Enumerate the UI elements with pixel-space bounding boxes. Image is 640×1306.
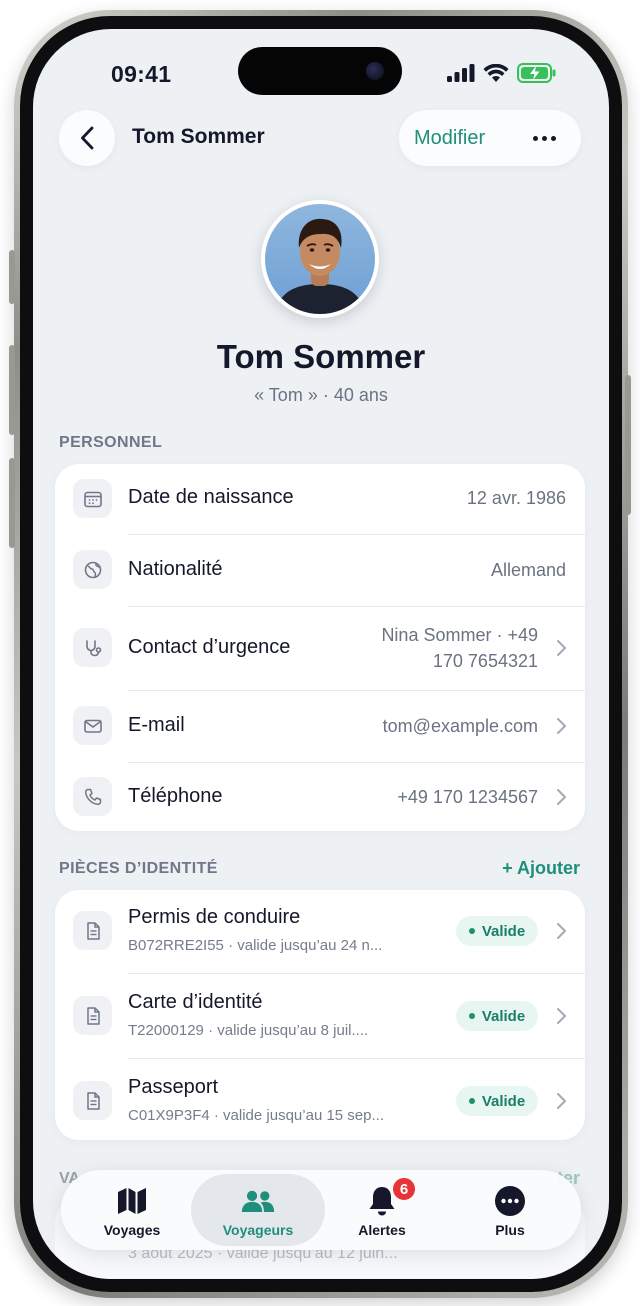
more-dot-icon [550,135,556,141]
calendar-icon [73,479,112,518]
divider [128,973,585,974]
document-subtitle: B072RRE2I55 · valide jusqu’au 24 n... [128,937,383,954]
document-row-id-card[interactable]: Carte d’identité T22000129 · valide jusq… [55,973,585,1058]
mail-icon [73,706,112,745]
row-birthdate[interactable]: Date de naissance 12 avr. 1986 [55,464,585,534]
more-dot-icon [541,135,547,141]
chevron-right-icon [557,718,566,734]
divider [128,690,585,691]
globe-icon [73,550,112,589]
dynamic-island [238,47,402,95]
divider [128,606,585,607]
row-label: E-mail [128,714,185,736]
status-badge: Valide [456,1001,538,1031]
document-subtitle: T22000129 · valide jusqu’au 8 juil.... [128,1022,369,1039]
status-badge: Valide [456,1086,538,1116]
row-label: Nationalité [128,558,223,580]
volume-down-button [9,458,15,548]
section-label-documents: PIÈCES D’IDENTITÉ [59,860,218,877]
document-icon [73,1081,112,1120]
screen: 09:41 Tom Sommer Modifier Tom Sommer « T… [33,29,609,1279]
profile-subtitle: « Tom » · 40 ans [254,385,388,405]
status-badge: Valide [456,916,538,946]
row-value-line: 170 7654321 [432,651,538,671]
row-emergency-contact[interactable]: Contact d’urgence Nina Sommer · +49 170 … [55,606,585,690]
chevron-right-icon [557,789,566,805]
document-subtitle: C01X9P3F4 · valide jusqu’au 15 sep... [128,1107,384,1124]
stethoscope-icon [73,628,112,667]
wifi-icon [483,63,509,82]
profile-name: Tom Sommer [216,338,426,375]
camera-icon [366,62,384,80]
chevron-right-icon [557,923,566,939]
row-label: Téléphone [128,785,223,807]
tab-label: Plus [495,1222,525,1238]
more-options-button[interactable] [519,118,569,158]
document-row-passport[interactable]: Passeport C01X9P3F4 · valide jusqu’au 15… [55,1058,585,1140]
volume-up-button [9,345,15,435]
row-value: Nina Sommer · +49 170 7654321 [338,622,538,674]
action-button [9,250,15,304]
users-icon [241,1184,275,1218]
tab-label: Alertes [358,1222,406,1238]
add-document-button[interactable]: + Ajouter [502,858,580,879]
alerts-count-badge: 6 [391,1176,417,1202]
divider [128,534,585,535]
tab-voyageurs[interactable]: Voyageurs [191,1174,325,1246]
more-icon [493,1184,527,1218]
tab-label: Voyages [103,1222,161,1238]
map-icon [115,1184,149,1218]
row-nationality[interactable]: Nationalité Allemand [55,534,585,606]
tab-bar: Voyages Voyageurs Alertes Plus [61,1170,581,1250]
divider [128,762,585,763]
more-dot-icon [532,135,538,141]
avatar-photo [265,204,375,314]
phone-icon [73,777,112,816]
status-time: 09:41 [111,61,172,87]
tab-alertes[interactable]: Alertes [315,1174,449,1246]
document-title: Passeport [128,1076,219,1098]
status-badge-label: Valide [481,922,526,940]
page-title: Tom Sommer [132,125,265,148]
section-label-personal: PERSONNEL [59,434,163,451]
document-title: Permis de conduire [128,906,301,928]
status-icons [447,63,557,83]
status-dot-icon [468,1098,475,1104]
row-value: 12 avr. 1986 [466,488,566,508]
power-button [625,375,631,515]
row-value: Allemand [490,560,566,580]
tab-voyages[interactable]: Voyages [65,1174,199,1246]
document-row-driving-licence[interactable]: Permis de conduire B072RRE2I55 · valide … [55,890,585,973]
signal-icon [447,64,475,82]
row-email[interactable]: E-mail tom@example.com [55,690,585,762]
row-label: Date de naissance [128,486,294,508]
document-icon [73,996,112,1035]
documents-card: Permis de conduire B072RRE2I55 · valide … [55,890,585,1140]
row-value: tom@example.com [382,716,538,736]
row-value: +49 170 1234567 [397,787,538,807]
row-label: Contact d’urgence [128,636,291,658]
divider [128,1058,585,1059]
status-badge-label: Valide [481,1007,526,1025]
header-actions: Modifier [399,110,581,166]
row-phone[interactable]: Téléphone +49 170 1234567 [55,762,585,831]
chevron-left-icon [81,126,94,150]
row-value-line: Nina Sommer · +49 [381,625,538,645]
tab-plus[interactable]: Plus [443,1174,577,1246]
battery-charging-icon [517,63,556,83]
edit-button[interactable]: Modifier [399,127,519,150]
avatar[interactable] [261,200,379,318]
document-title: Carte d’identité [128,991,263,1013]
back-button[interactable] [59,110,115,166]
status-dot-icon [468,928,475,934]
chevron-right-icon [557,1093,566,1109]
personal-card: Date de naissance 12 avr. 1986 Nationali… [55,464,585,831]
document-icon [73,911,112,950]
tab-label: Voyageurs [222,1222,294,1238]
chevron-right-icon [557,1008,566,1024]
chevron-right-icon [557,640,566,656]
status-badge-label: Valide [481,1092,526,1110]
status-dot-icon [468,1013,475,1019]
